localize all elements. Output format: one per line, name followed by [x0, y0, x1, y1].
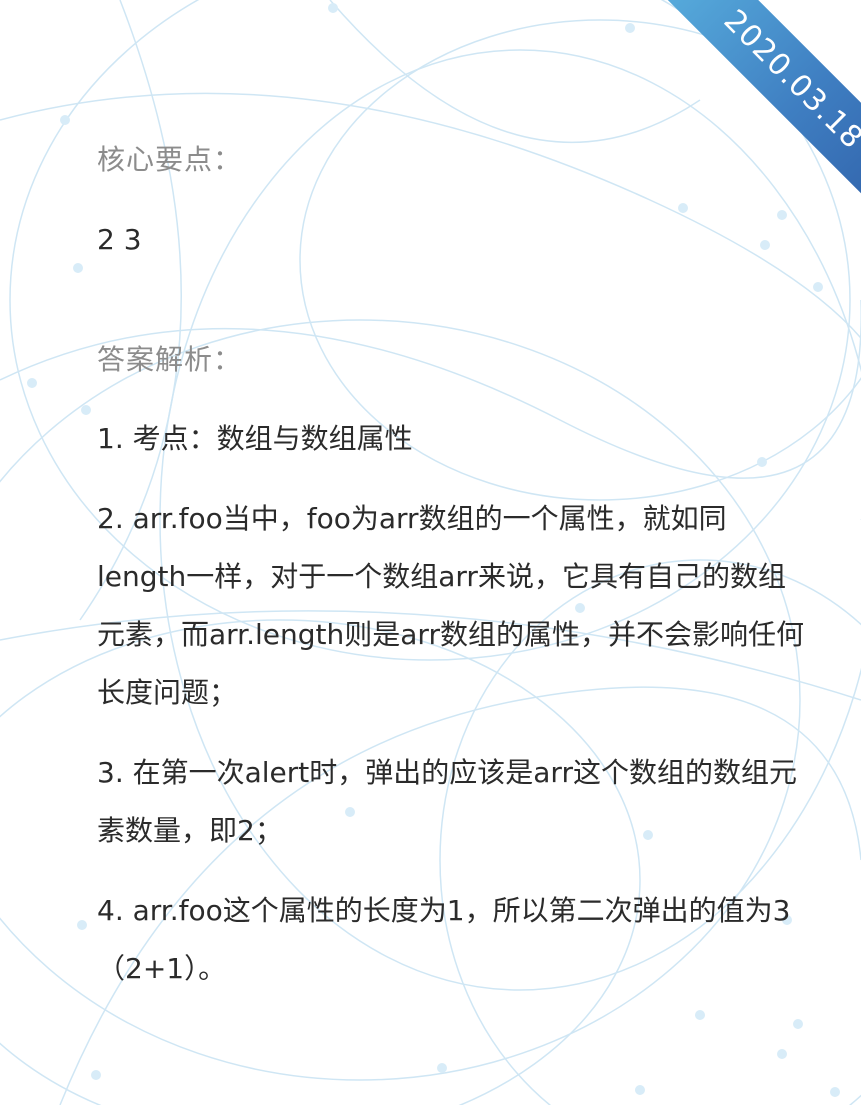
- analysis-paragraph-1: 1. 考点：数组与数组属性: [97, 422, 413, 455]
- date-ribbon-container: 2020.03.18: [621, 0, 861, 240]
- analysis-label: 答案解析：: [97, 343, 243, 376]
- article-content: 核心要点： 2 3 答案解析： 1. 考点：数组与数组属性 2. arr.foo…: [97, 130, 807, 998]
- analysis-paragraph-4: 4. arr.foo这个属性的长度为1，所以第二次弹出的值为3（2+1）。: [97, 894, 791, 985]
- date-ribbon: 2020.03.18: [643, 0, 861, 230]
- analysis-paragraph-3: 3. 在第一次alert时，弹出的应该是arr这个数组的数组元素数量，即2；: [97, 756, 797, 847]
- analysis-paragraph-2: 2. arr.foo当中，foo为arr数组的一个属性，就如同length一样，…: [97, 502, 804, 709]
